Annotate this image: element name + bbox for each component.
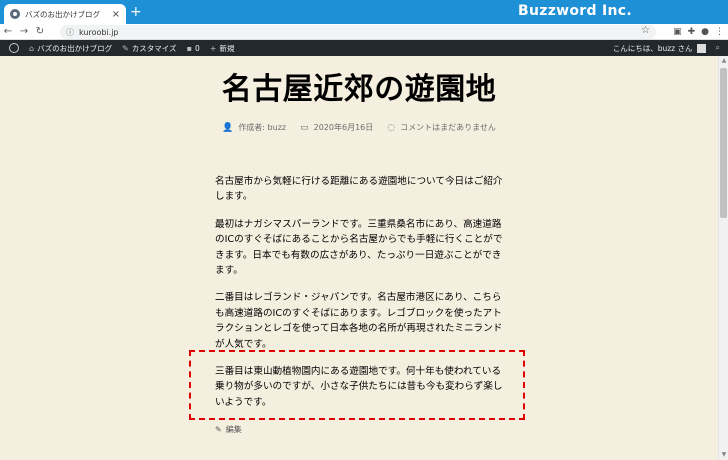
post-comments[interactable]: ◌ コメントはまだありません — [387, 122, 496, 133]
scroll-up-arrow-icon[interactable]: ▲ — [719, 56, 728, 66]
comment-bubble-icon: ▪ — [186, 43, 192, 53]
tab-close-icon[interactable]: × — [112, 9, 120, 20]
highlight-box — [189, 350, 525, 420]
extension-icons: ▣ ✚ ● ⋮ — [673, 24, 724, 40]
plus-icon: + — [209, 43, 217, 53]
page-scrollbar[interactable]: ▲ ▼ — [718, 56, 728, 460]
customize-link[interactable]: ✎ カスタマイズ — [117, 40, 181, 56]
post-title: 名古屋近郊の遊園地 — [221, 72, 497, 107]
tab-title: バズのお出かけブログ — [25, 9, 100, 19]
edit-label: 編集 — [225, 425, 242, 434]
extension-puzzle-icon[interactable]: ✚ — [688, 27, 696, 37]
comment-icon: ◌ — [387, 122, 396, 133]
search-icon: ⌕ — [715, 43, 720, 52]
post-comments-label: コメントはまだありません — [400, 123, 496, 132]
address-bar: ← → ↻ ⓘ kuroobi.jp ☆ ▣ ✚ ● ⋮ — [0, 24, 728, 40]
home-icon: ⌂ — [29, 43, 35, 53]
account-menu[interactable]: こんにちは、buzz さん — [608, 40, 711, 56]
post-date[interactable]: ▭ 2020年6月16日 — [300, 122, 373, 133]
site-favicon-icon — [10, 9, 20, 19]
browser-tab[interactable]: バズのお出かけブログ × — [4, 4, 126, 24]
reload-icon[interactable]: ↻ — [32, 26, 48, 37]
site-info-icon[interactable]: ⓘ — [66, 27, 74, 38]
greeting-label: こんにちは、buzz さん — [612, 43, 693, 53]
menu-dots-icon[interactable]: ⋮ — [715, 27, 724, 37]
admin-search-button[interactable]: ⌕ — [711, 40, 728, 56]
post-date-label: 2020年6月16日 — [313, 123, 374, 132]
forward-arrow-icon[interactable]: → — [16, 26, 32, 37]
paragraph: 名古屋市から気軽に行ける距離にある遊園地について今日はご紹介します。 — [215, 176, 503, 203]
wp-admin-bar: ⌂ バズのお出かけブログ ✎ カスタマイズ ▪ 0 + 新規 こんにちは、buz… — [0, 40, 728, 56]
wp-logo-button[interactable] — [0, 40, 24, 56]
bookmark-star-icon[interactable]: ☆ — [641, 25, 650, 36]
post-author[interactable]: 👤 作成者: buzz — [222, 122, 286, 133]
url-input[interactable]: ⓘ kuroobi.jp ☆ — [60, 25, 656, 39]
scroll-down-arrow-icon[interactable]: ▼ — [719, 450, 728, 460]
extension-icon[interactable]: ▣ — [673, 27, 682, 37]
post-meta: 👤 作成者: buzz ▭ 2020年6月16日 ◌ コメントはまだありません — [0, 122, 718, 133]
site-name-label: バズのお出かけブログ — [37, 43, 113, 53]
paragraph: 最初はナガシマスパーランドです。三重県桑名市にあり、高速道路のICのすぐそばにあ… — [215, 218, 503, 277]
person-icon: 👤 — [222, 122, 234, 133]
comments-count: 0 — [194, 43, 200, 53]
comments-link[interactable]: ▪ 0 — [182, 40, 205, 56]
new-label: 新規 — [219, 43, 235, 53]
brush-icon: ✎ — [122, 43, 129, 53]
brand-watermark: Buzzword Inc. — [518, 3, 632, 19]
post-author-label: 作成者: buzz — [238, 123, 287, 132]
edit-pencil-icon: ✎ — [215, 425, 222, 434]
avatar — [696, 43, 706, 53]
site-name-link[interactable]: ⌂ バズのお出かけブログ — [24, 40, 117, 56]
scrollbar-thumb[interactable] — [720, 68, 727, 218]
back-arrow-icon[interactable]: ← — [0, 26, 16, 37]
new-tab-button[interactable]: + — [130, 5, 142, 19]
profile-icon[interactable]: ● — [701, 27, 709, 37]
calendar-icon: ▭ — [300, 122, 309, 133]
paragraph: 二番目はレゴランド・ジャパンです。名古屋市港区にあり、こちらも高速道路のICのす… — [215, 292, 503, 350]
browser-titlebar: バズのお出かけブログ × + Buzzword Inc. — [0, 0, 728, 24]
wordpress-logo-icon — [9, 43, 19, 53]
customize-label: カスタマイズ — [131, 43, 177, 53]
new-content-link[interactable]: + 新規 — [205, 40, 240, 56]
url-text: kuroobi.jp — [79, 27, 119, 37]
edit-post-link[interactable]: ✎ 編集 — [215, 424, 242, 435]
